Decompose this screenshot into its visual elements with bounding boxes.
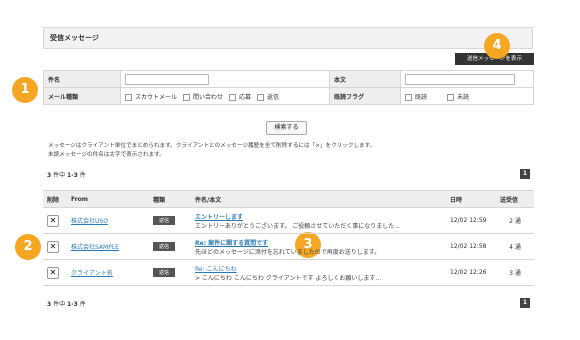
- mail-type-inquiry[interactable]: 問い合わせ: [183, 93, 223, 101]
- page-1-button-bottom[interactable]: 1: [520, 298, 530, 308]
- read-flag-unread[interactable]: 未読: [447, 93, 469, 101]
- column-count: 送受信: [496, 190, 534, 208]
- count-cell: 3 通: [496, 259, 534, 286]
- search-button[interactable]: 検索する: [266, 121, 307, 135]
- body-preview: エントリーありがとうございます。 ご役頼させていただく事になりました...: [195, 222, 401, 230]
- read-flag-options: 既読 未読: [400, 87, 534, 105]
- checkbox-icon[interactable]: [125, 93, 132, 101]
- column-from: From: [67, 190, 149, 208]
- checkbox-icon[interactable]: [257, 93, 265, 101]
- date-cell: 12/02 12:59: [446, 207, 496, 234]
- mail-type-options: スカウトメール 問い合わせ 応募 返信: [120, 87, 330, 105]
- subject-link[interactable]: Re: こんにちわ: [195, 264, 442, 273]
- date-cell: 12/02 12:58: [446, 233, 496, 260]
- subject-link[interactable]: Re: 案件に関する質問です: [195, 238, 442, 247]
- message-table: 削除 From 種類 件名/本文 日時 送受信 ✕ 株式会社USO 返信 エント…: [43, 190, 534, 286]
- column-subject: 件名/本文: [191, 190, 446, 208]
- count-cell: 2 通: [496, 207, 534, 234]
- note-line-1: メッセージはクライアント単位でまとめられます。クライアントとのメッセージ履歴を全…: [48, 143, 376, 149]
- table-row: ✕ クライアント名 返信 Re: こんにちわ > こんにちわ こんにちわ クライア…: [43, 259, 534, 286]
- table-row: ✕ 株式会社USO 返信 エントリーします エントリーありがとうございます。 ご役…: [43, 207, 534, 234]
- result-count-top: 3 件中 1-3 件: [47, 172, 86, 179]
- kind-badge: 返信: [153, 242, 176, 251]
- table-row: ✕ 株式会社SAMPLE 返信 Re: 案件に関する質問です 先ほどのメッセージに…: [43, 233, 534, 260]
- from-link[interactable]: 株式会社SAMPLE: [71, 244, 119, 251]
- callout-badge-4: 4: [484, 33, 510, 59]
- from-link[interactable]: クライアント名: [71, 270, 113, 277]
- mail-type-scout[interactable]: スカウトメール: [125, 93, 177, 101]
- checkbox-icon[interactable]: [405, 93, 412, 101]
- checkbox-icon[interactable]: [447, 93, 455, 101]
- page-title: 受信メッセージ: [43, 27, 533, 49]
- column-date: 日時: [446, 190, 496, 208]
- read-flag-read[interactable]: 既読: [405, 93, 427, 101]
- kind-badge: 返信: [153, 216, 176, 225]
- count-cell: 4 通: [496, 233, 534, 260]
- subject-input[interactable]: [125, 73, 209, 85]
- mail-type-reply[interactable]: 返信: [257, 93, 279, 101]
- date-cell: 12/02 12:26: [446, 259, 496, 286]
- mail-type-label: メール種類: [43, 87, 121, 105]
- note-line-2: 未読メッセージの件名は太字で表示されます。: [48, 152, 165, 158]
- callout-badge-2: 2: [15, 234, 41, 260]
- delete-icon[interactable]: ✕: [47, 214, 59, 227]
- checkbox-icon[interactable]: [229, 93, 237, 101]
- search-filter-table: 件名 本文 メール種類 スカウトメール 問い合わせ 応募 返信 既読フラグ 既読 未読: [43, 70, 534, 105]
- subject-label: 件名: [43, 70, 121, 88]
- checkbox-icon[interactable]: [183, 93, 191, 101]
- body-preview: > こんにちわ こんにちわ クライアントです よろしくお願いします...: [195, 274, 382, 282]
- body-preview: 先ほどのメッセージに添付を忘れていましたので再度お送りします。: [195, 248, 381, 256]
- callout-badge-1: 1: [12, 77, 38, 103]
- body-input[interactable]: [405, 73, 515, 85]
- delete-icon[interactable]: ✕: [47, 266, 59, 279]
- body-label: 本文: [329, 70, 401, 88]
- result-count-bottom: 3 件中 1-3 件: [47, 301, 86, 308]
- from-link[interactable]: 株式会社USO: [71, 218, 108, 225]
- read-flag-label: 既読フラグ: [329, 87, 401, 105]
- mail-type-application[interactable]: 応募: [229, 93, 251, 101]
- delete-icon[interactable]: ✕: [47, 240, 59, 253]
- page-1-button-top[interactable]: 1: [520, 169, 530, 179]
- column-kind: 種類: [149, 190, 191, 208]
- kind-badge: 返信: [153, 268, 176, 277]
- column-delete: 削除: [43, 190, 67, 208]
- subject-link[interactable]: エントリーします: [195, 212, 442, 221]
